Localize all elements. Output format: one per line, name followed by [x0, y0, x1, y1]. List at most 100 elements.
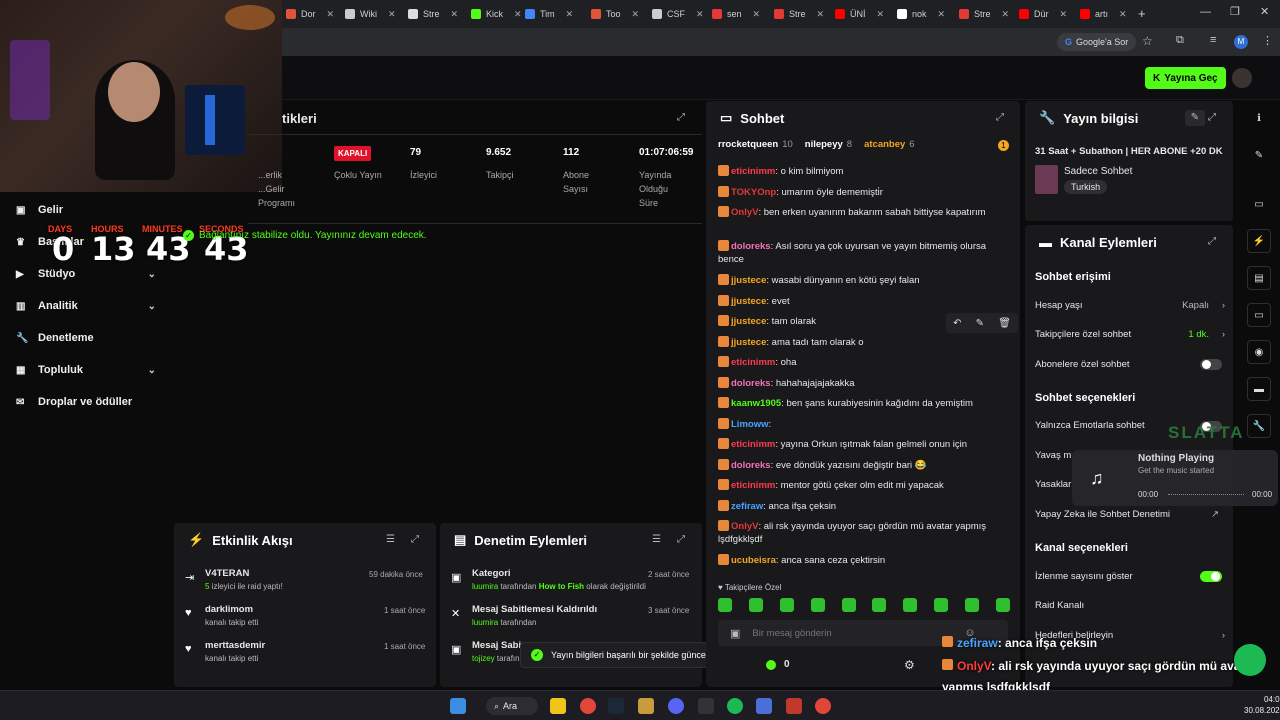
browser-tab[interactable]: nok ✕ [893, 4, 949, 24]
emote-icon[interactable] [779, 598, 794, 612]
channel-rail-icon[interactable]: ▬ [1247, 377, 1271, 401]
activity-username[interactable]: V4TERAN [205, 568, 249, 579]
chat-username[interactable]: ucubeisra [731, 555, 776, 566]
stream-preview-icon[interactable]: ▭ [1247, 192, 1271, 216]
sidebar-item[interactable]: ▥ Analitik ⌄ [16, 300, 156, 312]
chat-username[interactable]: doloreks [731, 460, 771, 471]
delete-icon[interactable]: 🗑 [998, 318, 1011, 329]
minimize-button[interactable]: — [1200, 6, 1211, 18]
chat-username[interactable]: OnlyV [731, 207, 758, 218]
chat-message[interactable]: Limoww: [718, 417, 1008, 431]
emote-icon[interactable] [872, 598, 887, 612]
chat-message[interactable]: zefiraw: anca ifşa çeksin [718, 499, 1008, 513]
mod-expand-icon[interactable]: ⤢ [677, 534, 685, 545]
maximize-button[interactable]: ❐ [1230, 5, 1240, 18]
discord-icon[interactable] [668, 698, 684, 714]
chat-username[interactable]: jjustece [731, 316, 766, 327]
mod-action-name[interactable]: Kategori [472, 568, 511, 579]
subs-only-toggle[interactable] [1200, 359, 1222, 370]
browser-tab[interactable]: Kick ✕ [467, 4, 526, 24]
ai-mod-row[interactable]: Yapay Zeka ile Sohbet Denetimi ↗ [1035, 509, 1225, 520]
chevron-down-icon[interactable]: ⌄ [148, 269, 156, 280]
edit-icon[interactable]: ✎ [1247, 143, 1271, 167]
chat-username[interactable]: Limoww [731, 419, 768, 430]
top-gifter[interactable]: atcanbey 6 [864, 139, 914, 150]
pin-icon[interactable]: ✎ [976, 318, 984, 329]
sidebar-item[interactable]: 🔧 Denetleme [16, 332, 156, 344]
chat-input[interactable] [752, 627, 953, 639]
emote-icon[interactable] [965, 598, 979, 612]
taskbar-clock[interactable]: 04:07 30.08.2026 [1244, 694, 1280, 716]
chat-username[interactable]: kaanw1905 [731, 398, 781, 409]
mod-action-name[interactable]: Mesaj Sabitlemesi Kaldırıldı [472, 604, 597, 615]
tab-close-icon[interactable]: ✕ [696, 9, 704, 20]
followers-only-row[interactable]: Takipçilere özel sohbet 1 dk. › [1035, 329, 1225, 340]
chat-message[interactable]: doloreks: eve döndük yazısını değiştir b… [718, 458, 1008, 472]
chat-username[interactable]: eticinimm [731, 166, 775, 177]
wrench-rail-icon[interactable]: 🔧 [1247, 414, 1271, 438]
tab-close-icon[interactable]: ✕ [938, 9, 946, 20]
go-live-button[interactable]: K Yayına Geç [1145, 67, 1226, 89]
chat-rail-icon[interactable]: ▭ [1247, 303, 1271, 327]
chat-message[interactable]: jjustece: ama tadı tam olarak o [718, 335, 1008, 349]
chat-message[interactable]: kaanw1905: ben şans kurabiyesinin kağıdı… [718, 397, 1008, 410]
raid-row[interactable]: Raid Kanalı [1035, 600, 1225, 611]
chat-username[interactable]: zefiraw [731, 501, 763, 512]
tab-close-icon[interactable]: ✕ [877, 9, 885, 20]
sidebar-item[interactable]: ▦ Topluluk ⌄ [16, 364, 156, 376]
emote-icon[interactable] [934, 598, 949, 612]
browser-tab[interactable]: Stre ✕ [404, 4, 462, 24]
chat-message[interactable]: eticinimm: o kim bilmiyom [718, 165, 1008, 178]
spotify-icon[interactable] [727, 698, 743, 714]
windows-start-icon[interactable] [450, 698, 466, 714]
chat-username[interactable]: OnlyV [731, 521, 758, 532]
chat-message[interactable]: jjustece: wasabi dünyanın en kötü şeyi f… [718, 274, 1008, 287]
browser-tab[interactable]: CSF ✕ [648, 4, 708, 24]
chat-username[interactable]: eticinimm [731, 480, 775, 491]
recorder-icon[interactable] [786, 698, 802, 714]
stats-expand-icon[interactable]: ⤢ [677, 112, 685, 123]
tab-close-icon[interactable]: ✕ [1002, 9, 1010, 20]
tab-close-icon[interactable]: ✕ [1060, 9, 1068, 20]
show-viewers-toggle[interactable] [1200, 571, 1222, 582]
lightning-rail-icon[interactable]: ⚡ [1247, 229, 1271, 253]
chat-username[interactable]: doloreks [731, 241, 771, 252]
chat-username[interactable]: TOKYOnp [731, 187, 776, 198]
browser-tab[interactable]: artı ✕ [1076, 4, 1131, 24]
chat-username[interactable]: eticinimm [731, 357, 775, 368]
browser-tab[interactable]: Stre ✕ [955, 4, 1013, 24]
taskbar-search[interactable]: ⌕ Ara [486, 697, 538, 715]
reply-icon[interactable]: ↶ [953, 318, 961, 329]
chat-username[interactable]: jjustece [731, 296, 766, 307]
emote-icon[interactable] [903, 598, 918, 612]
close-window-button[interactable]: ✕ [1260, 5, 1269, 18]
tab-close-icon[interactable]: ✕ [327, 9, 335, 20]
menu-lines-icon[interactable]: ≡ [1210, 34, 1216, 46]
emote-icon[interactable] [748, 598, 763, 612]
sidebar-item[interactable]: ▶ Stüdyo ⌄ [16, 268, 156, 280]
chat-username[interactable]: eticinimm [731, 439, 775, 450]
chat-username[interactable]: jjustece [731, 275, 766, 286]
browser-tab[interactable]: sen ✕ [708, 4, 764, 24]
account-age-row[interactable]: Hesap yaşı Kapalı › [1035, 300, 1225, 311]
chevron-down-icon[interactable]: ⌄ [148, 365, 156, 376]
browser-tab[interactable]: Wiki ✕ [341, 4, 400, 24]
stream-info-expand-icon[interactable]: ⤢ [1208, 112, 1216, 123]
chat-gear-icon[interactable]: ⚙ [904, 658, 915, 672]
mod-filter-icon[interactable]: ☰ [652, 534, 661, 545]
top-gifter[interactable]: rrocketqueen 10 [718, 139, 793, 150]
chat-message[interactable]: eticinimm: mentor götü çeker olm edit mi… [718, 479, 1008, 492]
emote-icon[interactable] [718, 598, 732, 612]
chat-message[interactable]: OnlyV: ali rsk yayında uyuyor saçı gördü… [718, 520, 1008, 546]
chat-message[interactable]: OnlyV: ben erken uyanırım bakarım sabah … [718, 206, 1008, 219]
browser-tab[interactable]: Stre ✕ [770, 4, 828, 24]
browser-tab[interactable]: Dür ✕ [1015, 4, 1071, 24]
user-avatar[interactable] [1232, 68, 1252, 88]
chrome-active-icon[interactable] [815, 698, 831, 714]
browser-tab[interactable]: Tim ✕ [521, 4, 577, 24]
sidebar-item[interactable]: ▣ Gelir [16, 204, 156, 216]
activity-expand-icon[interactable]: ⤢ [411, 534, 419, 545]
chat-settings-icon[interactable]: ▣ [730, 627, 740, 640]
activity-username[interactable]: darklimom [205, 604, 253, 615]
list-rail-icon[interactable]: ▤ [1247, 266, 1271, 290]
